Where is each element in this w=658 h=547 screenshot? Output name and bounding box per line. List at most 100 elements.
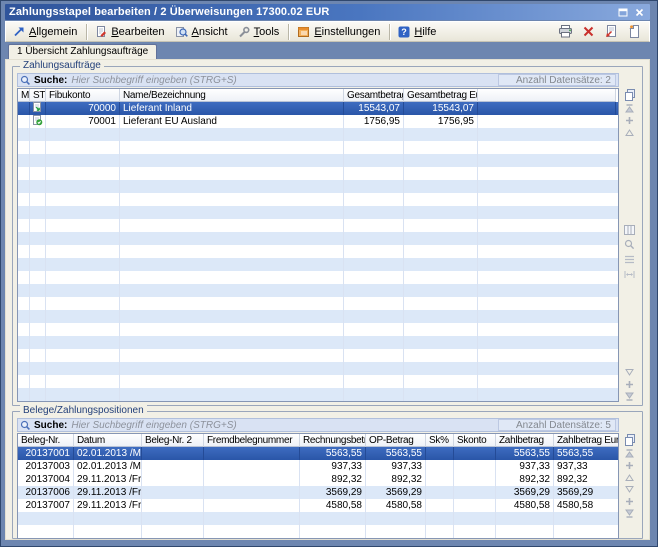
close-window-button[interactable]	[633, 6, 646, 18]
table-cell	[18, 362, 30, 375]
scroll-bottom-icon[interactable]	[624, 391, 635, 401]
column-header[interactable]: Gesamtbetrag	[344, 89, 404, 102]
table-cell	[120, 297, 344, 310]
table-row-empty[interactable]	[18, 167, 618, 180]
table-row-empty[interactable]	[18, 375, 618, 388]
new-document-button[interactable]	[626, 24, 642, 39]
table-row-empty[interactable]	[18, 388, 618, 401]
table-row[interactable]: 70000Lieferant Inland15543,0715543,07	[18, 102, 618, 115]
scroll-down-icon[interactable]	[624, 484, 635, 494]
table-cell: 29.11.2013 /Fr	[74, 473, 142, 486]
table-cell	[46, 349, 120, 362]
zoom-icon[interactable]	[624, 239, 636, 250]
print-button[interactable]	[557, 24, 573, 39]
row-numbers-icon[interactable]	[624, 254, 636, 265]
column-header[interactable]: Fibukonto	[46, 89, 120, 102]
table-row-empty[interactable]	[18, 219, 618, 232]
scroll-bottom-icon[interactable]	[624, 508, 635, 518]
table-cell	[18, 232, 30, 245]
menu-ansicht[interactable]: Ansicht	[171, 25, 234, 39]
scroll-top-icon[interactable]	[624, 103, 635, 113]
table-row-empty[interactable]	[18, 271, 618, 284]
fit-width-icon[interactable]	[624, 269, 636, 280]
column-header[interactable]: Skonto	[454, 434, 496, 447]
table-cell	[478, 128, 616, 141]
table-cell	[46, 219, 120, 232]
delete-button[interactable]	[580, 24, 596, 39]
table-row-empty[interactable]	[18, 310, 618, 323]
table-row[interactable]: 2013700429.11.2013 /Fr892,32892,32892,32…	[18, 473, 618, 486]
menu-bearbeiten[interactable]: Bearbeiten	[91, 25, 170, 39]
table-row-empty[interactable]	[18, 128, 618, 141]
table-row-empty[interactable]	[18, 232, 618, 245]
payment-orders-search-input[interactable]	[71, 75, 498, 86]
table-cell	[478, 154, 616, 167]
table-cell	[18, 193, 30, 206]
scroll-up-icon[interactable]	[624, 472, 635, 482]
table-row-empty[interactable]	[18, 258, 618, 271]
table-row[interactable]: 2013700302.01.2013 /Mi937,33937,33937,33…	[18, 460, 618, 473]
column-header[interactable]: Beleg-Nr.	[18, 434, 74, 447]
table-row-empty[interactable]	[18, 323, 618, 336]
wrench-icon	[238, 26, 250, 38]
insert-row-icon[interactable]	[624, 115, 635, 125]
table-cell	[404, 310, 478, 323]
menu-tools[interactable]: Tools	[234, 25, 286, 39]
table-cell	[344, 310, 404, 323]
table-row[interactable]: 2013700729.11.2013 /Fr4580,584580,584580…	[18, 499, 618, 512]
table-cell	[426, 460, 454, 473]
append-row-icon[interactable]	[624, 379, 635, 389]
table-row-empty[interactable]	[18, 141, 618, 154]
column-header[interactable]: Rechnungsbetrag	[300, 434, 366, 447]
table-row-empty[interactable]	[18, 245, 618, 258]
table-row-empty[interactable]	[18, 206, 618, 219]
column-header[interactable]: Datum	[74, 434, 142, 447]
column-header[interactable]: Beleg-Nr. 2	[142, 434, 204, 447]
column-header[interactable]: M	[18, 89, 30, 102]
table-row-empty[interactable]	[18, 180, 618, 193]
column-header[interactable]: Fremdbelegnummer	[204, 434, 300, 447]
column-header[interactable]: OP-Betrag	[366, 434, 426, 447]
column-settings-icon[interactable]	[624, 224, 636, 235]
insert-row-icon[interactable]	[624, 460, 635, 470]
scroll-up-icon[interactable]	[624, 127, 635, 137]
table-row-empty[interactable]	[18, 349, 618, 362]
table-row[interactable]: 70001Lieferant EU Ausland1756,951756,95	[18, 115, 618, 128]
copy-icon[interactable]	[623, 88, 636, 101]
column-header[interactable]: Sk%	[426, 434, 454, 447]
table-cell	[30, 141, 46, 154]
table-cell	[120, 232, 344, 245]
table-row-empty[interactable]	[18, 525, 618, 538]
restore-icon	[618, 8, 628, 17]
menu-allgemein[interactable]: Allgemein	[9, 25, 83, 39]
documents-search-input[interactable]	[71, 420, 498, 431]
table-row-empty[interactable]	[18, 297, 618, 310]
table-row[interactable]: 2013700102.01.2013 /Mi5563,555563,555563…	[18, 447, 618, 460]
scroll-top-icon[interactable]	[624, 448, 635, 458]
column-header[interactable]: Zahlbetrag	[496, 434, 554, 447]
table-cell	[366, 525, 426, 538]
column-header[interactable]: Gesamtbetrag Euro	[404, 89, 478, 102]
table-row[interactable]: 2013700629.11.2013 /Fr3569,293569,293569…	[18, 486, 618, 499]
table-row-empty[interactable]	[18, 336, 618, 349]
copy-icon[interactable]	[623, 433, 636, 446]
table-row-empty[interactable]	[18, 512, 618, 525]
table-row-empty[interactable]	[18, 284, 618, 297]
table-row-empty[interactable]	[18, 362, 618, 375]
menu-einstellungen[interactable]: Einstellungen	[293, 25, 386, 39]
table-cell	[478, 115, 616, 128]
tab-uebersicht-zahlungsauftraege[interactable]: 1 Übersicht Zahlungsaufträge	[8, 44, 157, 59]
table-cell	[30, 323, 46, 336]
append-row-icon[interactable]	[624, 496, 635, 506]
restore-window-button[interactable]	[616, 6, 629, 18]
new-document-icon	[629, 25, 640, 38]
table-cell	[478, 258, 616, 271]
column-header[interactable]: ST	[30, 89, 46, 102]
table-row-empty[interactable]	[18, 193, 618, 206]
column-header[interactable]: Zahlbetrag Euro	[554, 434, 619, 447]
export-document-button[interactable]	[603, 24, 619, 39]
table-row-empty[interactable]	[18, 154, 618, 167]
column-header[interactable]: Name/Bezeichnung	[120, 89, 344, 102]
menu-hilfe[interactable]: ? Hilfe	[394, 25, 442, 39]
scroll-down-icon[interactable]	[624, 367, 635, 377]
